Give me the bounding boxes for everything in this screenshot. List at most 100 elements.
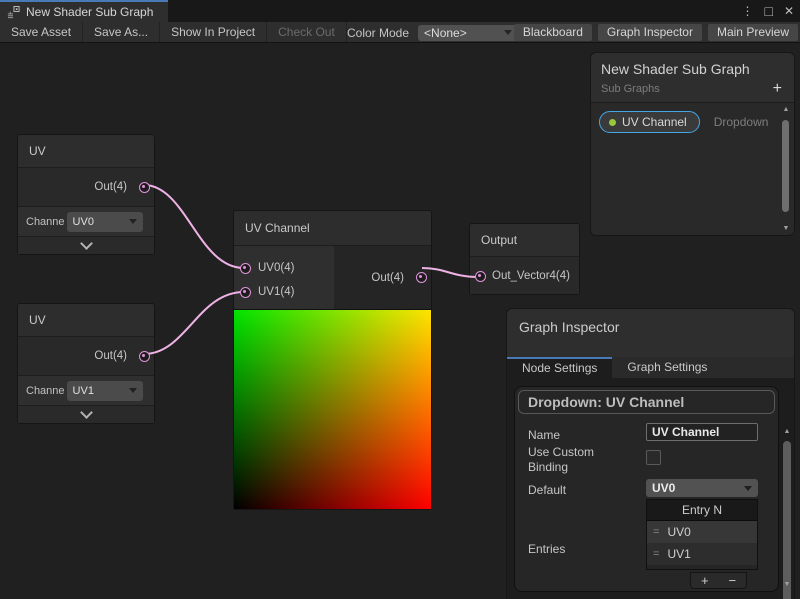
- close-icon[interactable]: ✕: [784, 4, 794, 18]
- uv-channel-node-header[interactable]: UV Channel: [234, 211, 431, 246]
- toolbar: Save Asset Save As... Show In Project Ch…: [0, 22, 800, 43]
- uv-channel-out-port[interactable]: [416, 272, 427, 283]
- show-in-project-button[interactable]: Show In Project: [160, 22, 267, 42]
- name-input[interactable]: [646, 423, 758, 441]
- uv-node-1-out-port[interactable]: [139, 182, 150, 193]
- color-mode-select[interactable]: <None>: [418, 25, 518, 41]
- main-preview-toggle-button[interactable]: Main Preview: [708, 24, 798, 41]
- drag-handle-icon[interactable]: =: [653, 548, 659, 560]
- section-title: Dropdown: UV Channel: [518, 390, 775, 414]
- uv-node-2-channel-select[interactable]: UV1: [67, 381, 143, 401]
- entries-list-footer: + −: [690, 572, 747, 589]
- shader-graph-icon: [7, 6, 20, 19]
- blackboard-toggle-button[interactable]: Blackboard: [514, 24, 592, 41]
- entries-list: Entry N = UV0 = UV1: [646, 499, 758, 570]
- scroll-down-icon[interactable]: ▼: [780, 225, 792, 232]
- uv-channel-property-pill[interactable]: UV Channel: [599, 111, 700, 133]
- scroll-up-icon[interactable]: ▲: [781, 428, 793, 435]
- add-property-button[interactable]: +: [773, 83, 782, 95]
- tab-node-settings[interactable]: Node Settings: [507, 357, 612, 378]
- default-select[interactable]: UV0: [646, 479, 758, 497]
- blackboard-content: UV Channel Dropdown ▲ ▼: [591, 102, 794, 235]
- scroll-down-icon[interactable]: ▼: [781, 581, 793, 588]
- tab-new-shader-sub-graph[interactable]: New Shader Sub Graph: [0, 0, 168, 22]
- tab-title: New Shader Sub Graph: [26, 5, 153, 19]
- entry-row-uv1[interactable]: = UV1: [647, 543, 757, 565]
- uv-node-1-header[interactable]: UV: [18, 135, 154, 168]
- color-mode-value: <None>: [424, 26, 467, 40]
- blackboard-subtitle: Sub Graphs: [601, 83, 660, 95]
- inspector-scrollbar[interactable]: ▲ ▼: [781, 428, 793, 598]
- entries-list-header: Entry N: [647, 500, 757, 521]
- uv-node-2-channel-value: UV1: [73, 385, 94, 397]
- add-entry-button[interactable]: +: [701, 573, 709, 588]
- window-controls: ⋮ □ ✕: [741, 0, 794, 22]
- wire-uv2-to-uv1[interactable]: [144, 292, 244, 354]
- scrollbar-thumb[interactable]: [783, 441, 791, 599]
- wire-uv1-to-uv0[interactable]: [144, 185, 244, 268]
- uv-node-1-channel-select[interactable]: UV0: [67, 212, 143, 232]
- chevron-down-icon: [129, 219, 137, 224]
- menu-icon[interactable]: ⋮: [741, 4, 753, 18]
- save-asset-button[interactable]: Save Asset: [0, 22, 83, 42]
- blackboard-scrollbar[interactable]: ▲ ▼: [780, 106, 792, 232]
- uv0-input-label: UV0(4): [258, 262, 294, 274]
- blackboard-property-row: UV Channel Dropdown: [591, 103, 794, 133]
- use-custom-binding-label: Use Custom Binding: [528, 445, 623, 475]
- scroll-up-icon[interactable]: ▲: [780, 106, 792, 113]
- uv-node-2-collapse[interactable]: [18, 405, 154, 423]
- default-value: UV0: [652, 481, 675, 495]
- uv-channel-input-uv1: UV1(4): [234, 280, 334, 304]
- inspector-tabs: Node Settings Graph Settings: [507, 357, 794, 378]
- blackboard-panel: New Shader Sub Graph Sub Graphs + UV Cha…: [590, 52, 795, 236]
- uv-channel-input-uv0: UV0(4): [234, 256, 334, 280]
- entry-value: UV0: [667, 525, 690, 539]
- uv-node-2-header[interactable]: UV: [18, 304, 154, 337]
- uv-node-1-channel-value: UV0: [73, 216, 94, 228]
- uv-node-1: UV Out(4) Channe UV0: [17, 134, 155, 255]
- uv-node-2-out-row: Out(4): [18, 337, 154, 375]
- uv1-input-label: UV1(4): [258, 286, 294, 298]
- uv-node-1-channel-label: Channe: [26, 216, 65, 228]
- tab-graph-settings[interactable]: Graph Settings: [612, 357, 722, 378]
- exposed-dot-icon: [609, 119, 616, 126]
- out-vector4-port[interactable]: [475, 271, 486, 282]
- uv-node-2-channel-row: Channe UV1: [18, 375, 154, 405]
- maximize-icon[interactable]: □: [764, 3, 772, 19]
- remove-entry-button[interactable]: −: [728, 573, 736, 588]
- save-as-button[interactable]: Save As...: [83, 22, 160, 42]
- graph-inspector-panel: Graph Inspector Node Settings Graph Sett…: [506, 308, 795, 599]
- color-mode-label: Color Mode: [347, 26, 409, 40]
- blackboard-title: New Shader Sub Graph: [601, 61, 784, 77]
- output-node-header[interactable]: Output: [470, 224, 579, 257]
- dropdown-settings-box: Dropdown: UV Channel Name Use Custom Bin…: [514, 386, 779, 592]
- out-vector4-label: Out_Vector4(4): [492, 270, 570, 282]
- uv1-input-port[interactable]: [240, 287, 251, 298]
- chevron-down-icon: [504, 30, 512, 35]
- uv-node-1-collapse[interactable]: [18, 236, 154, 254]
- uv-node-2-out-port[interactable]: [139, 351, 150, 362]
- output-node: Output Out_Vector4(4): [469, 223, 580, 295]
- graph-inspector-toggle-button[interactable]: Graph Inspector: [598, 24, 702, 41]
- entry-row-uv0[interactable]: = UV0: [647, 521, 757, 543]
- chevron-down-icon: [80, 237, 93, 250]
- entries-label: Entries: [528, 542, 565, 556]
- drag-handle-icon[interactable]: =: [653, 526, 659, 538]
- shader-graph-window: New Shader Sub Graph ⋮ □ ✕ Save Asset Sa…: [0, 0, 800, 599]
- uv-channel-out-label: Out(4): [371, 272, 404, 284]
- uv-node-2-channel-label: Channe: [26, 385, 65, 397]
- use-custom-binding-checkbox[interactable]: [646, 450, 661, 465]
- uv-channel-node-inputs: UV0(4) UV1(4): [234, 246, 334, 309]
- uv0-input-port[interactable]: [240, 263, 251, 274]
- uv-gradient-preview: [234, 309, 431, 509]
- graph-inspector-title[interactable]: Graph Inspector: [507, 309, 794, 357]
- chevron-down-icon: [744, 486, 752, 491]
- chevron-down-icon: [129, 388, 137, 393]
- uv-node-2: UV Out(4) Channe UV1: [17, 303, 155, 424]
- blackboard-header[interactable]: New Shader Sub Graph Sub Graphs +: [591, 53, 794, 95]
- scrollbar-thumb[interactable]: [782, 120, 789, 212]
- uv-node-1-out-row: Out(4): [18, 168, 154, 206]
- uv-channel-node: UV Channel UV0(4) UV1(4) Out(4): [233, 210, 432, 510]
- check-out-button[interactable]: Check Out: [267, 22, 347, 42]
- name-label: Name: [528, 428, 560, 442]
